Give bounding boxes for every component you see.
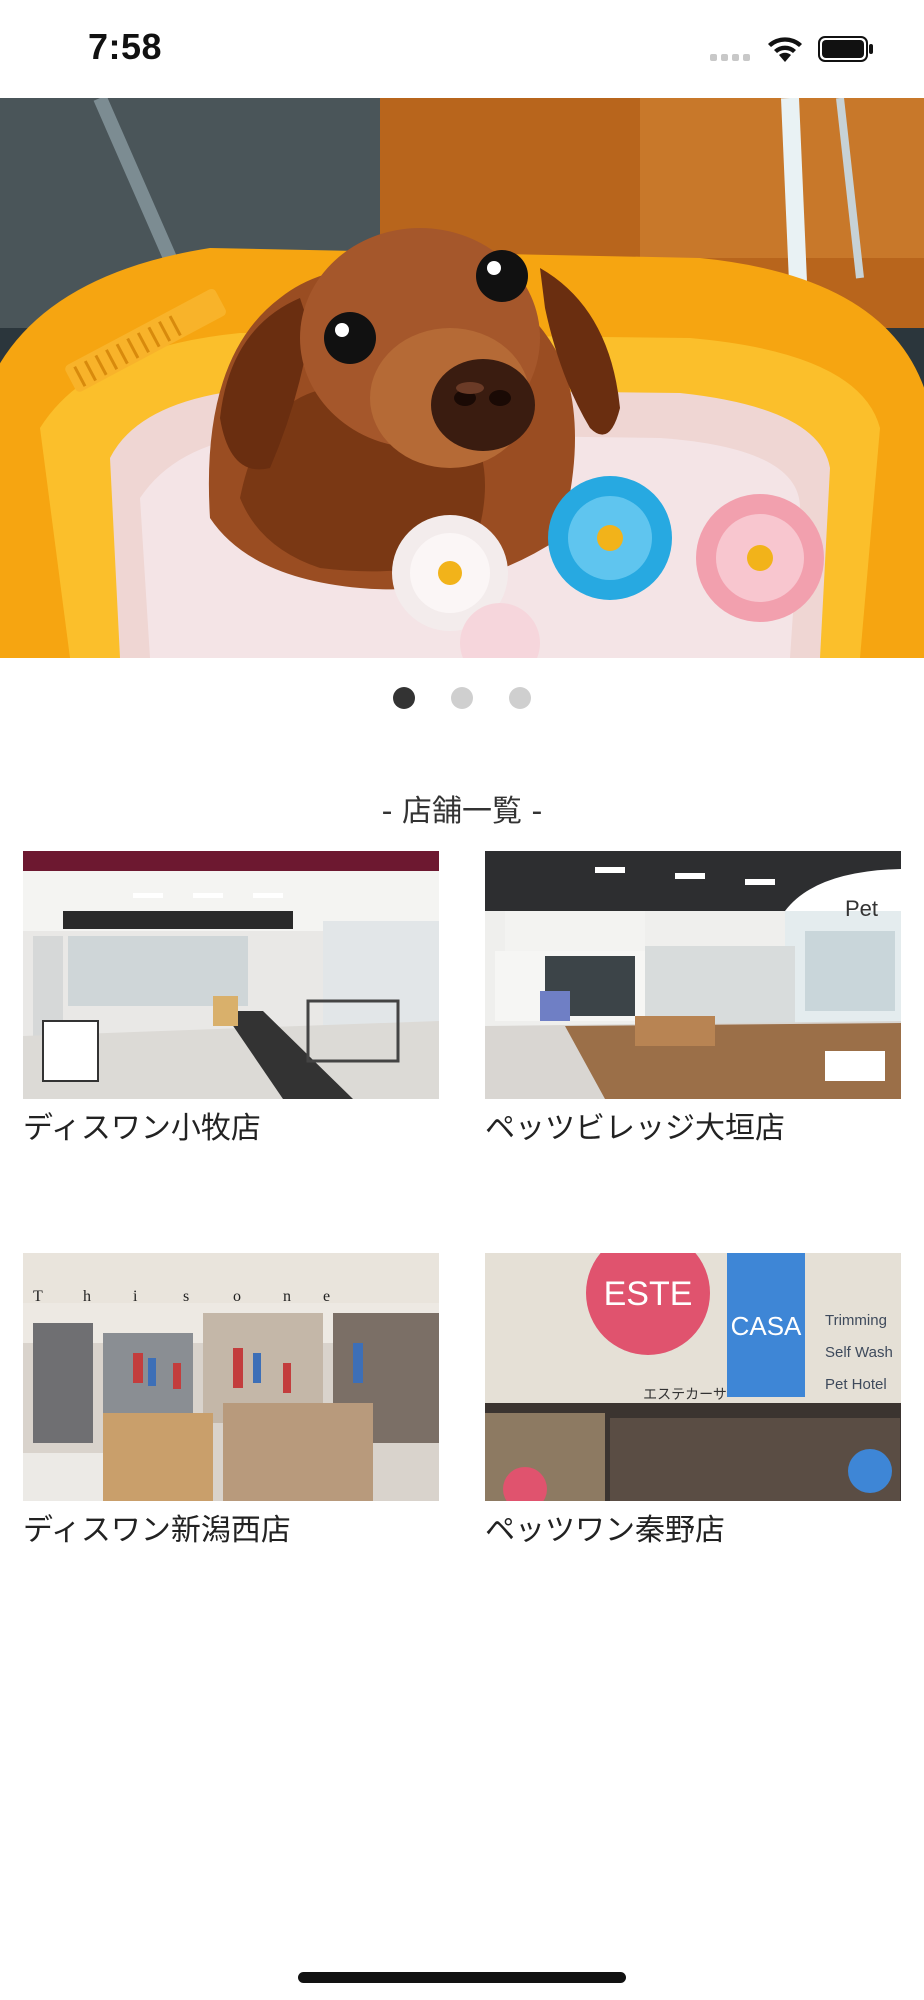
- store-photo: Th i s o n e: [23, 1253, 439, 1501]
- carousel-page-indicator[interactable]: [0, 687, 924, 709]
- store-photo: ESTE CASA エステカーサ Trimming Self Wash Pet …: [485, 1253, 901, 1501]
- carousel-dot-2[interactable]: [451, 687, 473, 709]
- svg-text:ESTE: ESTE: [604, 1275, 693, 1313]
- carousel-dot-3[interactable]: [509, 687, 531, 709]
- status-time: 7:58: [88, 26, 163, 67]
- svg-text:Pet Hotel: Pet Hotel: [825, 1376, 887, 1393]
- svg-text:CASA: CASA: [731, 1311, 802, 1341]
- svg-text:o: o: [233, 1288, 241, 1305]
- store-card-niigata-nishi[interactable]: Th i s o n e ディスワン新潟西店: [23, 1253, 439, 1549]
- store-list-heading: - 店舗一覧 -: [381, 794, 543, 829]
- store-name: ディスワン小牧店: [23, 1111, 261, 1146]
- store-card-komaki[interactable]: ディスワン小牧店: [23, 851, 439, 1147]
- svg-text:s: s: [183, 1288, 189, 1305]
- svg-text:i: i: [133, 1288, 138, 1305]
- svg-text:h: h: [83, 1288, 91, 1305]
- cellular-signal-icon: [710, 54, 750, 61]
- store-card-hadano[interactable]: ESTE CASA エステカーサ Trimming Self Wash Pet …: [485, 1253, 901, 1549]
- home-indicator[interactable]: [298, 1972, 626, 1983]
- svg-text:Pet: Pet: [845, 896, 878, 921]
- hero-carousel[interactable]: [0, 98, 924, 658]
- svg-text:n: n: [283, 1288, 291, 1305]
- carousel-dot-1[interactable]: [393, 687, 415, 709]
- battery-icon: [818, 36, 873, 62]
- svg-text:Self Wash: Self Wash: [825, 1344, 893, 1361]
- wifi-icon: [768, 37, 802, 62]
- store-photo: Pet: [485, 851, 901, 1099]
- store-card-ogaki[interactable]: Pet ペッツビレッジ大垣店: [485, 851, 901, 1147]
- svg-text:T: T: [33, 1288, 43, 1305]
- svg-text:エステカーサ: エステカーサ: [643, 1387, 727, 1403]
- store-name: ペッツビレッジ大垣店: [485, 1111, 785, 1146]
- hero-dog-bath-image: [0, 98, 924, 658]
- svg-text:e: e: [323, 1288, 330, 1305]
- store-name: ディスワン新潟西店: [23, 1513, 291, 1548]
- store-name: ペッツワン秦野店: [485, 1513, 725, 1548]
- status-bar: 7:58: [0, 0, 924, 98]
- svg-text:Trimming: Trimming: [825, 1312, 887, 1329]
- store-photo: [23, 851, 439, 1099]
